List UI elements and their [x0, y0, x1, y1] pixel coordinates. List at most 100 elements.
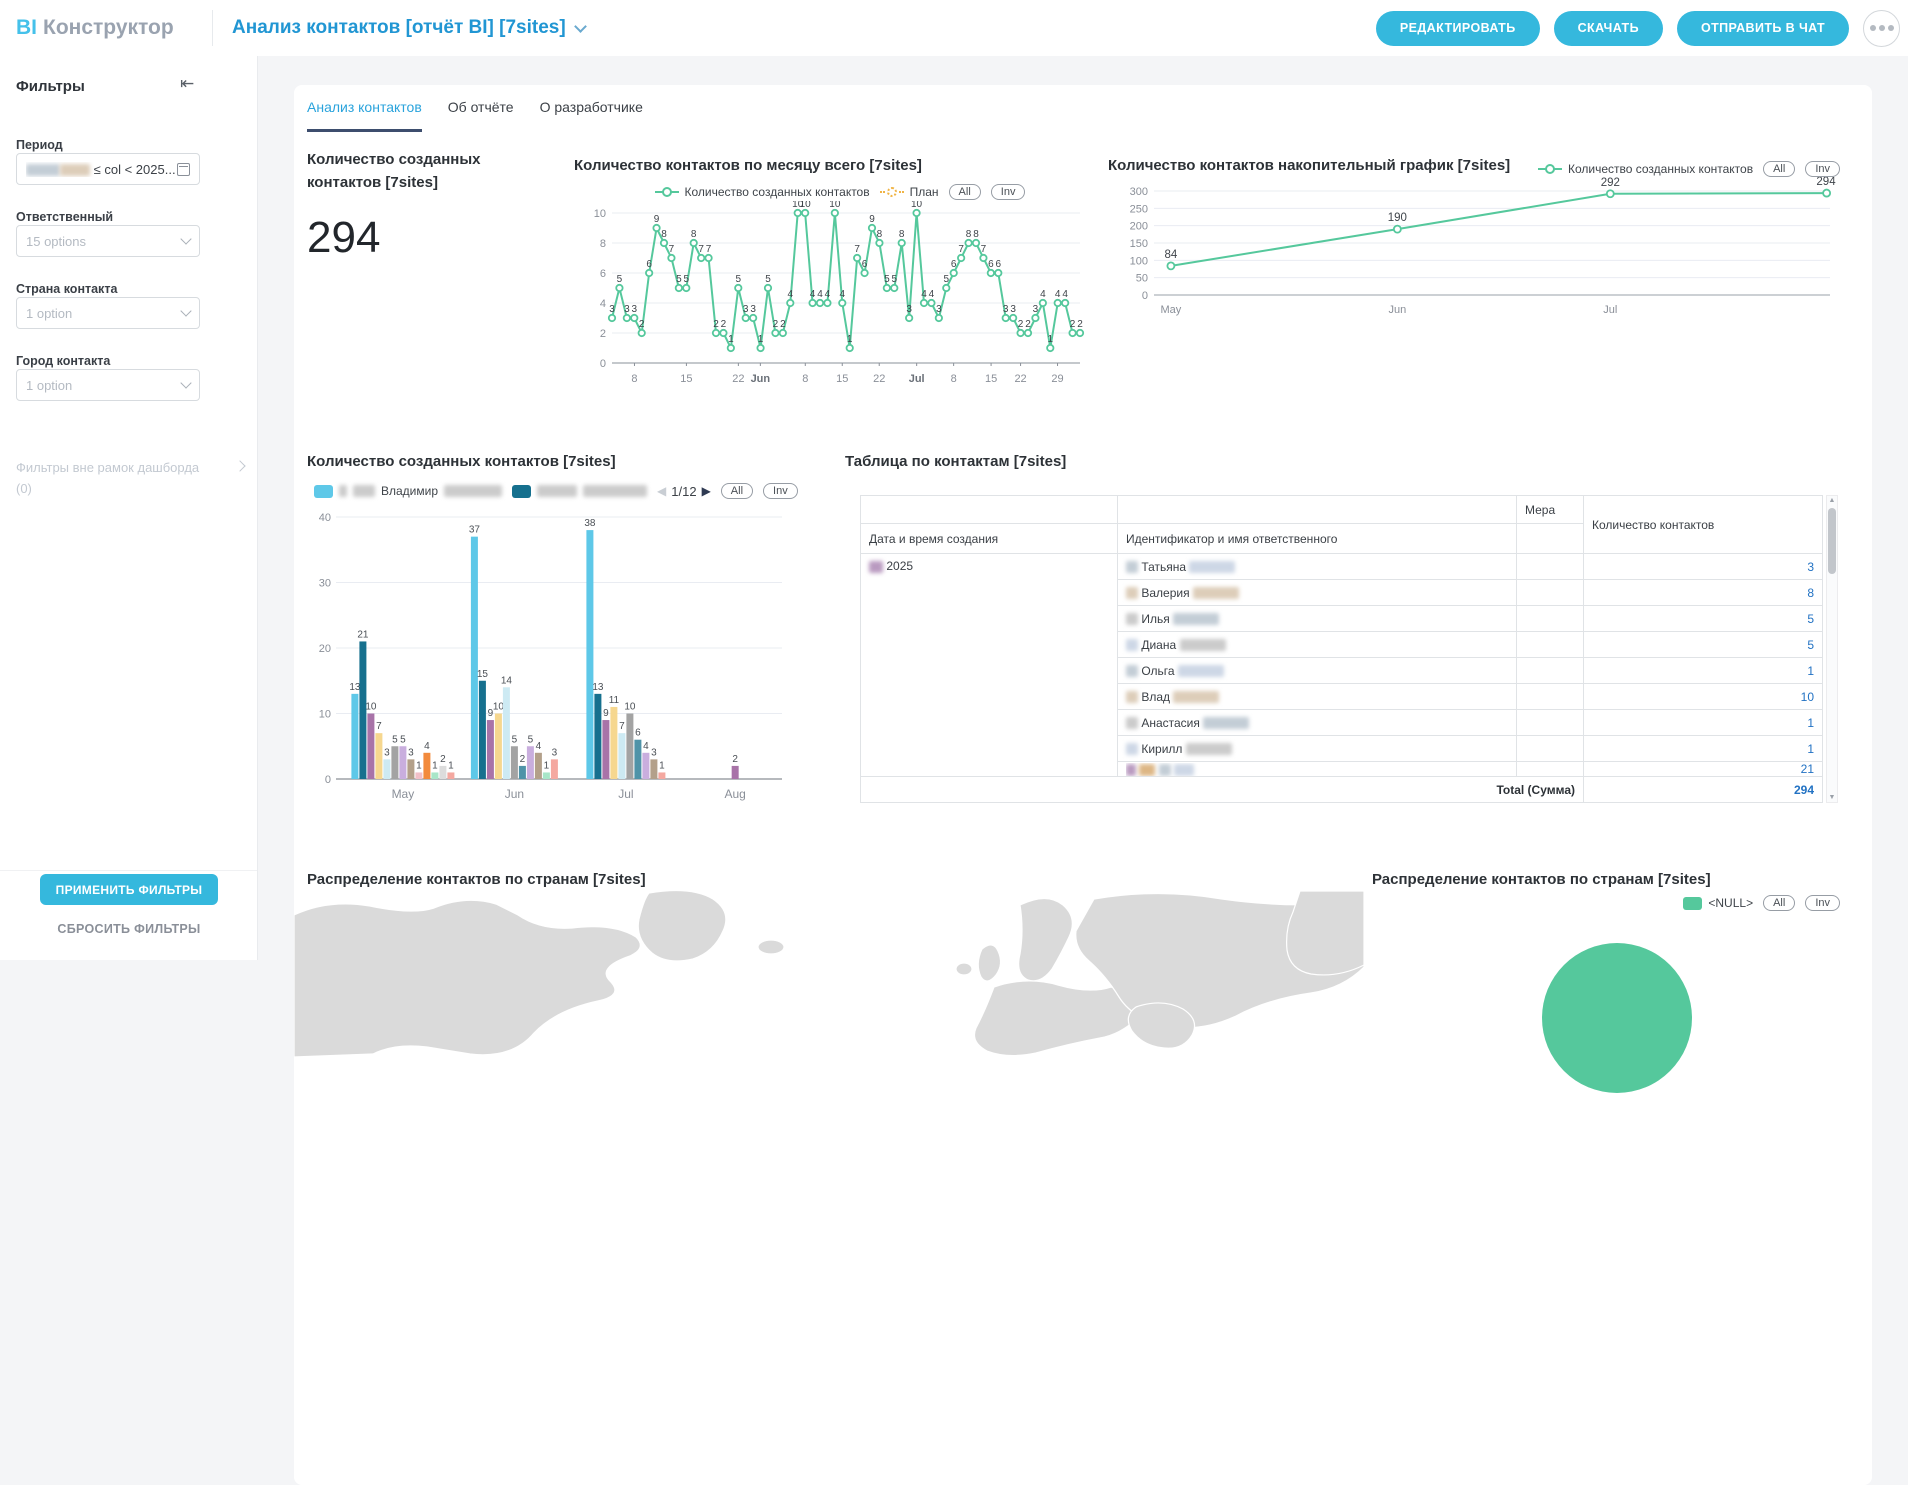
reset-filters-button[interactable]: СБРОСИТЬ ФИЛЬТРЫ — [0, 922, 258, 936]
chevron-down-icon — [574, 20, 587, 33]
monthly-line-chart: 024681081522Jun81522Jul81522293533269875… — [588, 201, 1088, 394]
table-scrollbar[interactable]: ▲ ▼ — [1826, 495, 1838, 803]
svg-text:10: 10 — [365, 702, 377, 713]
svg-text:Aug: Aug — [724, 787, 745, 801]
send-to-chat-button[interactable]: ОТПРАВИТЬ В ЧАТ — [1677, 11, 1849, 46]
responsible-filter-select[interactable]: 15 options — [16, 225, 200, 257]
legend-item-manager-1[interactable]: Владимир — [314, 484, 502, 498]
svg-text:1: 1 — [432, 760, 438, 771]
svg-text:3: 3 — [906, 304, 912, 315]
svg-text:1: 1 — [448, 760, 454, 771]
svg-text:4: 4 — [1062, 289, 1068, 300]
svg-text:5: 5 — [765, 274, 771, 285]
svg-text:1: 1 — [847, 334, 853, 345]
table-total-row: Total (Сумма)294 — [861, 777, 1823, 803]
legend-item-manager-2[interactable] — [512, 485, 647, 498]
period-filter-label: Период — [16, 138, 63, 152]
legend-item-null[interactable]: <NULL> — [1683, 896, 1753, 910]
more-options-button[interactable] — [1863, 10, 1900, 47]
measure-cell — [1517, 710, 1584, 736]
monthly-chart-title: Количество контактов по месяцу всего [7s… — [574, 157, 922, 174]
table-row: 2025 Татьяна 3 — [861, 554, 1823, 580]
responsible-cell: Татьяна — [1118, 554, 1517, 580]
svg-text:4: 4 — [643, 741, 649, 752]
inv-button[interactable]: Inv — [763, 483, 798, 499]
measure-cell — [1517, 736, 1584, 762]
outer-filters-link[interactable]: Фильтры вне рамок дашборда (0) — [16, 458, 226, 500]
svg-text:200: 200 — [1130, 221, 1148, 233]
collapse-sidebar-icon[interactable]: ⇤ — [180, 74, 194, 94]
all-button[interactable]: All — [1763, 161, 1795, 177]
legend-item-contacts[interactable]: Количество созданных контактов — [655, 185, 870, 199]
svg-text:3: 3 — [651, 747, 657, 758]
svg-text:10: 10 — [829, 201, 841, 210]
table-title: Таблица по контактам [7sites] — [845, 453, 1066, 470]
pager-label: 1/12 — [671, 484, 696, 499]
country-filter-select[interactable]: 1 option — [16, 297, 200, 329]
legend-item-contacts[interactable]: Количество созданных контактов — [1538, 162, 1753, 176]
svg-text:6: 6 — [996, 259, 1002, 270]
all-button[interactable]: All — [949, 184, 981, 200]
header-count: Количество контактов — [1584, 496, 1823, 554]
period-filter-value: ≤ col < 2025... — [94, 162, 176, 177]
svg-text:5: 5 — [884, 274, 890, 285]
svg-text:21: 21 — [357, 629, 369, 640]
svg-text:4: 4 — [536, 741, 542, 752]
legend-item-plan[interactable]: План — [880, 185, 939, 199]
svg-text:294: 294 — [1816, 177, 1836, 188]
edit-button[interactable]: РЕДАКТИРОВАТЬ — [1376, 11, 1540, 46]
count-cell: 3 — [1584, 554, 1823, 580]
scrollbar-thumb[interactable] — [1828, 508, 1836, 574]
date-cell: 2025 — [861, 554, 1118, 777]
tab-about-report[interactable]: Об отчёте — [448, 99, 514, 132]
measure-cell — [1517, 580, 1584, 606]
svg-text:8: 8 — [691, 229, 697, 240]
tab-contact-analysis[interactable]: Анализ контактов — [307, 99, 422, 132]
pager-prev-icon[interactable]: ◀ — [657, 484, 666, 498]
legend-label: Владимир — [381, 484, 438, 498]
all-button[interactable]: All — [1763, 895, 1795, 911]
inv-button[interactable]: Inv — [991, 184, 1026, 200]
svg-text:Jun: Jun — [505, 787, 524, 801]
city-filter-select[interactable]: 1 option — [16, 369, 200, 401]
monthly-chart-legend: Количество созданных контактов План All … — [594, 184, 1086, 200]
svg-text:3: 3 — [1003, 304, 1009, 315]
responsible-filter-label: Ответственный — [16, 210, 113, 224]
scroll-up-icon[interactable]: ▲ — [1827, 497, 1837, 504]
inv-button[interactable]: Inv — [1805, 895, 1840, 911]
svg-text:1: 1 — [659, 760, 665, 771]
period-filter-input[interactable]: ≤ col < 2025... — [16, 153, 200, 185]
inv-button[interactable]: Inv — [1805, 161, 1840, 177]
svg-text:8: 8 — [973, 229, 979, 240]
svg-text:8: 8 — [631, 373, 637, 385]
svg-text:3: 3 — [936, 304, 942, 315]
svg-text:7: 7 — [706, 244, 712, 255]
svg-text:Jul: Jul — [909, 373, 925, 385]
pie-chart-title: Распределение контактов по странам [7sit… — [1372, 871, 1711, 888]
tab-about-developer[interactable]: О разработчике — [540, 99, 643, 132]
scroll-down-icon[interactable]: ▼ — [1827, 794, 1837, 801]
svg-text:250: 250 — [1130, 203, 1148, 215]
download-button[interactable]: СКАЧАТЬ — [1554, 11, 1663, 46]
app-logo: BI Конструктор — [16, 0, 174, 56]
sidebar-divider — [0, 870, 257, 871]
report-title-dropdown[interactable]: Анализ контактов [отчёт BI] [7sites] — [232, 0, 585, 56]
svg-text:4: 4 — [817, 289, 823, 300]
pager-next-icon[interactable]: ▶ — [702, 484, 711, 498]
kpi-value: 294 — [307, 213, 380, 263]
apply-filters-button[interactable]: ПРИМЕНИТЬ ФИЛЬТРЫ — [40, 874, 218, 905]
calendar-icon — [177, 163, 190, 176]
svg-text:4: 4 — [1040, 289, 1046, 300]
legend-pager: ◀ 1/12 ▶ — [657, 484, 711, 499]
svg-text:5: 5 — [400, 734, 406, 745]
svg-text:Jul: Jul — [1603, 304, 1617, 316]
svg-text:5: 5 — [944, 274, 950, 285]
svg-text:4: 4 — [840, 289, 846, 300]
legend-label: Количество созданных контактов — [685, 185, 870, 199]
legend-label: Количество созданных контактов — [1568, 162, 1753, 176]
svg-text:4: 4 — [424, 741, 430, 752]
svg-text:30: 30 — [319, 578, 331, 590]
tab-bar: Анализ контактов Об отчёте О разработчик… — [307, 99, 643, 132]
all-button[interactable]: All — [721, 483, 753, 499]
svg-text:1: 1 — [1048, 334, 1054, 345]
